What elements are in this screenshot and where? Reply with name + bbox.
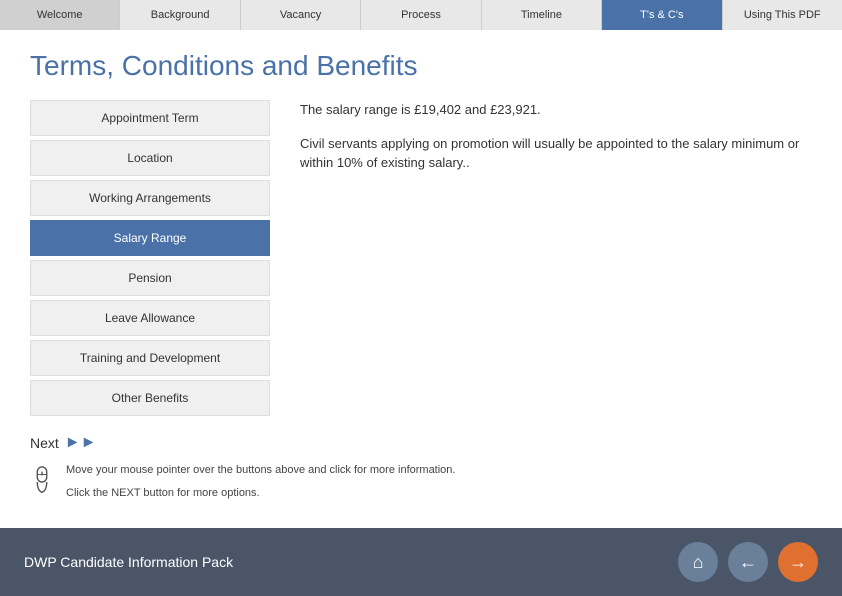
content-area: Appointment Term Location Working Arrangem… <box>30 100 812 420</box>
back-button[interactable]: ← <box>728 542 768 582</box>
info-area: Move your mouse pointer over the buttons… <box>30 462 812 501</box>
sidebar-item-other-benefits[interactable]: Other Benefits <box>30 380 270 416</box>
main-content: Terms, Conditions and Benefits Appointme… <box>0 30 842 511</box>
nav-item-welcome[interactable]: Welcome <box>0 0 120 30</box>
footer-nav: ⌂ ← → <box>678 542 818 582</box>
next-area: Next ►► <box>30 434 812 452</box>
info-text-block: Move your mouse pointer over the buttons… <box>66 462 455 501</box>
salary-line1: The salary range is £19,402 and £23,921. <box>300 100 812 120</box>
nav-item-process[interactable]: Process <box>361 0 481 30</box>
next-arrows: ►► <box>65 434 97 452</box>
next-label: Next <box>30 435 59 451</box>
sidebar-item-pension[interactable]: Pension <box>30 260 270 296</box>
home-button[interactable]: ⌂ <box>678 542 718 582</box>
info-line1: Move your mouse pointer over the buttons… <box>66 462 455 479</box>
nav-item-ts-&-cs[interactable]: T's & C's <box>602 0 722 30</box>
nav-item-background[interactable]: Background <box>120 0 240 30</box>
next-button[interactable]: Next ►► <box>30 434 96 452</box>
nav-item-using-this-pdf[interactable]: Using This PDF <box>723 0 842 30</box>
right-panel: The salary range is £19,402 and £23,921.… <box>290 100 812 420</box>
footer-title: DWP Candidate Information Pack <box>24 554 233 570</box>
info-line2: Click the NEXT button for more options. <box>66 485 455 502</box>
mouse-icon <box>30 466 54 498</box>
sidebar-item-location[interactable]: Location <box>30 140 270 176</box>
sidebar-item-working-arrangements[interactable]: Working Arrangements <box>30 180 270 216</box>
forward-button[interactable]: → <box>778 542 818 582</box>
sidebar-item-leave-allowance[interactable]: Leave Allowance <box>30 300 270 336</box>
nav-item-timeline[interactable]: Timeline <box>482 0 602 30</box>
sidebar-item-salary-range[interactable]: Salary Range <box>30 220 270 256</box>
sidebar-item-training-and-development[interactable]: Training and Development <box>30 340 270 376</box>
sidebar-menu: Appointment Term Location Working Arrangem… <box>30 100 270 420</box>
nav-item-vacancy[interactable]: Vacancy <box>241 0 361 30</box>
top-nav: WelcomeBackgroundVacancyProcessTimelineT… <box>0 0 842 30</box>
salary-line2: Civil servants applying on promotion wil… <box>300 134 812 173</box>
page-title: Terms, Conditions and Benefits <box>30 50 812 82</box>
sidebar-item-appointment-term[interactable]: Appointment Term <box>30 100 270 136</box>
footer: DWP Candidate Information Pack ⌂ ← → <box>0 528 842 596</box>
